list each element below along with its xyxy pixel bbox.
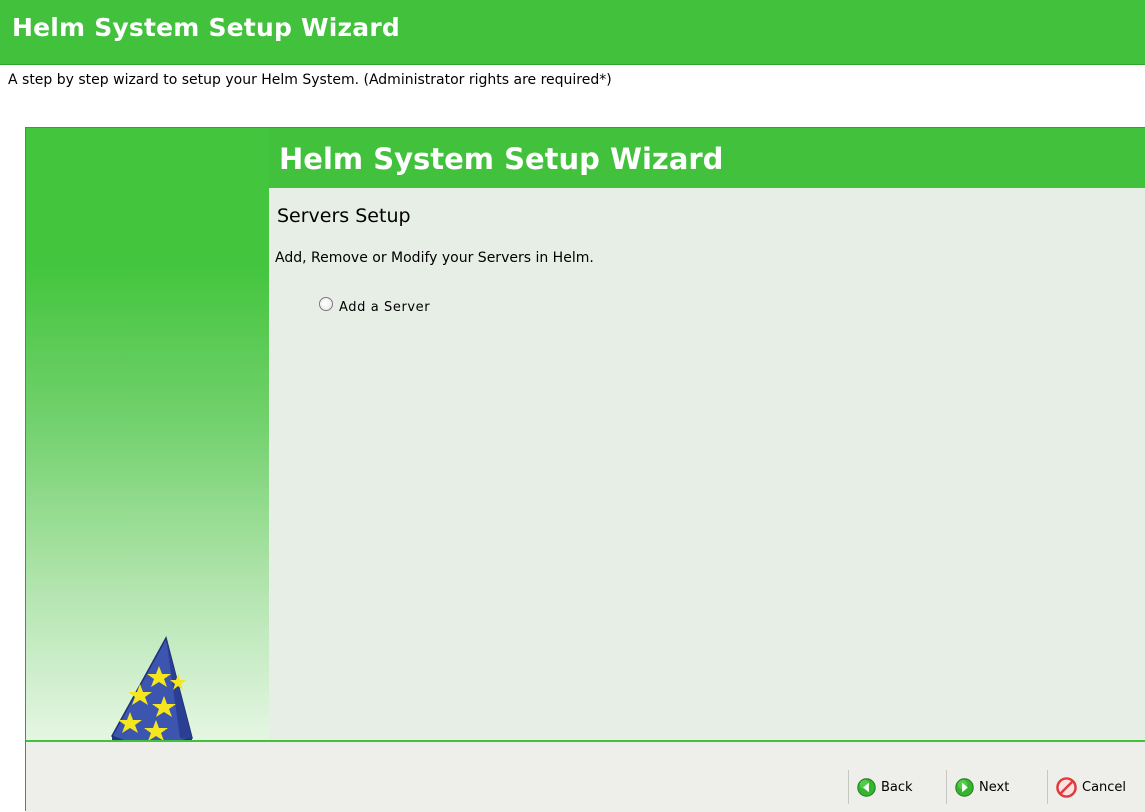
back-button[interactable]: Back [848,770,933,804]
wizard-banner: Helm System Setup Wizard [269,128,1145,188]
page-header: Helm System Setup Wizard [0,0,1145,65]
add-server-label: Add a Server [339,300,431,315]
next-button[interactable]: Next [946,770,1031,804]
next-label: Next [979,779,1010,795]
cancel-label: Cancel [1082,779,1127,795]
wizard-sidebar [26,128,269,748]
wizard-content: Servers Setup Add, Remove or Modify your… [269,188,1145,740]
back-label: Back [881,779,913,795]
arrow-right-icon [955,777,974,797]
arrow-left-icon [857,777,876,797]
add-server-radio[interactable] [319,296,333,311]
section-title: Servers Setup [277,205,411,227]
wizard-hat-icon [110,636,193,748]
cancel-button[interactable]: Cancel [1047,770,1145,804]
add-server-option[interactable]: Add a Server [319,296,431,315]
page-description: A step by step wizard to setup your Helm… [8,72,612,88]
page-title: Helm System Setup Wizard [12,13,400,42]
wizard-title: Helm System Setup Wizard [279,142,724,176]
section-description: Add, Remove or Modify your Servers in He… [275,250,594,266]
wizard-panel: Helm System Setup Wizard Servers Setup A… [25,127,1145,812]
cancel-icon [1056,776,1077,798]
wizard-footer: Back Next Cancel [26,742,1145,812]
